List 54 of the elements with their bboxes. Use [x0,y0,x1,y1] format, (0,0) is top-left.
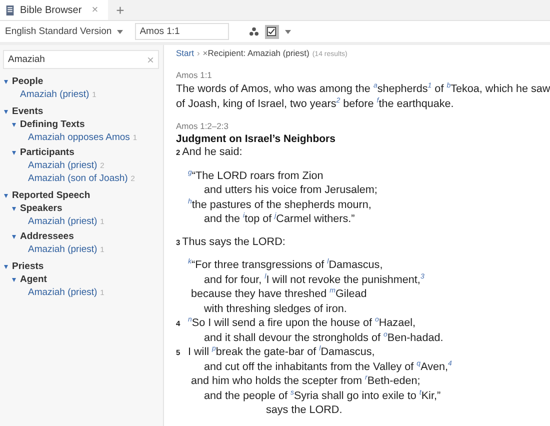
verse-text: The words of Amos, who was among the $^{a}$shepherds$^{1}$ of $^{b}$Tekoa, which he saw [176,82,550,96]
verse-text: $^{n}$So I will send a fire upon the house of $^{o}$Hazael, [188,316,416,330]
new-tab-button[interactable]: + [108,0,132,20]
verse-text: Thus says the LORD: [182,234,286,249]
tree-link[interactable]: Amaziah (priest) [20,89,90,100]
tree-heading[interactable]: Events [4,106,44,117]
tree-heading[interactable]: Participants [12,147,74,158]
tree-link[interactable]: Amaziah (son of Joash) [28,173,128,184]
tab-title: Bible Browser [20,4,82,16]
search-field[interactable]: Amaziah × [3,50,159,69]
caret-icon [116,30,123,34]
version-dropdown[interactable]: English Standard Version [3,24,125,39]
tree-heading[interactable]: Agent [12,274,47,285]
verse-text: and it shall devour the strongholds of $^{o}$Ben-hadad. [203,330,444,345]
remove-button[interactable]: × [202,48,208,58]
tree-link[interactable]: Amaziah (priest) [28,160,98,171]
caret-icon[interactable] [284,30,291,34]
verse-text: and the $^{i}$top of $^{j}$Carmel withers.” [203,212,355,226]
tree-heading[interactable]: Defining Texts [12,119,85,130]
verse-text: because they have threshed $^{m}$Gilead [190,287,367,302]
verse-text: I will $^{p}$break the gate-bar of $^{l}$Damascus, [188,345,375,360]
verse-text: says the LORD. [265,403,342,418]
verse-text: and utters his voice from Jerusalem; [203,183,378,198]
separator-text: › [196,48,200,58]
tree-heading[interactable]: Speakers [12,203,62,214]
tree-link[interactable]: Amaziah opposes Amos [28,132,130,143]
verse-text: and for four, $^{l}$I will not revoke the punishment,$^{3}$ [203,272,424,287]
verse-text: $^{g}$“The LORD roars from Zion [188,168,324,183]
passage-reference: Amos 1:1 [176,70,213,80]
tree-heading[interactable]: Addressees [12,231,74,242]
verse-text: And he said: [182,145,242,160]
tab[interactable]: Bible Browser × [0,0,108,20]
dots-icon[interactable] [248,27,259,36]
passage-reference: Amos 1:2–2:3 [176,121,230,131]
section-heading: Judgment on Israel’s Neighbors [176,133,336,145]
verse-text: $^{k}$“For three transgressions of $^{l}$Damascus, [188,258,383,272]
check-square-icon [267,27,276,36]
filter-button[interactable] [264,24,279,38]
verse-text: with threshing sledges of iron. [203,302,347,316]
verse-text: and cut off the inhabitants from the Valley of $^{q}$Aven,$^{4}$ [203,360,452,374]
book-icon [6,4,14,16]
tree-link[interactable]: Amaziah (priest) [28,216,98,227]
tree-link[interactable]: Amaziah (priest) [28,244,98,255]
tree-heading[interactable]: Priests [4,261,44,272]
filter-label: Recipient: Amaziah (priest) [208,48,310,58]
start-link[interactable]: Start [176,48,194,58]
tree-link[interactable]: Amaziah (priest) [28,287,98,298]
verse-text: $^{h}$the pastures of the shepherds mourn, [188,198,372,212]
reference-field[interactable]: Amos 1:1 [134,23,229,40]
verse-text: of Joash, king of Israel, two years$^{2}$ before $^{f}$the earthquake. [176,96,454,111]
tree-heading[interactable]: People [4,76,44,87]
verse-text: and him who holds the scepter from $^{r}$Beth-eden; [190,374,420,388]
verse-text: and the people of $^{s}$Syria shall go into exile to $^{t}$Kir,” [203,388,441,403]
tree-heading[interactable]: Reported Speech [4,190,90,201]
